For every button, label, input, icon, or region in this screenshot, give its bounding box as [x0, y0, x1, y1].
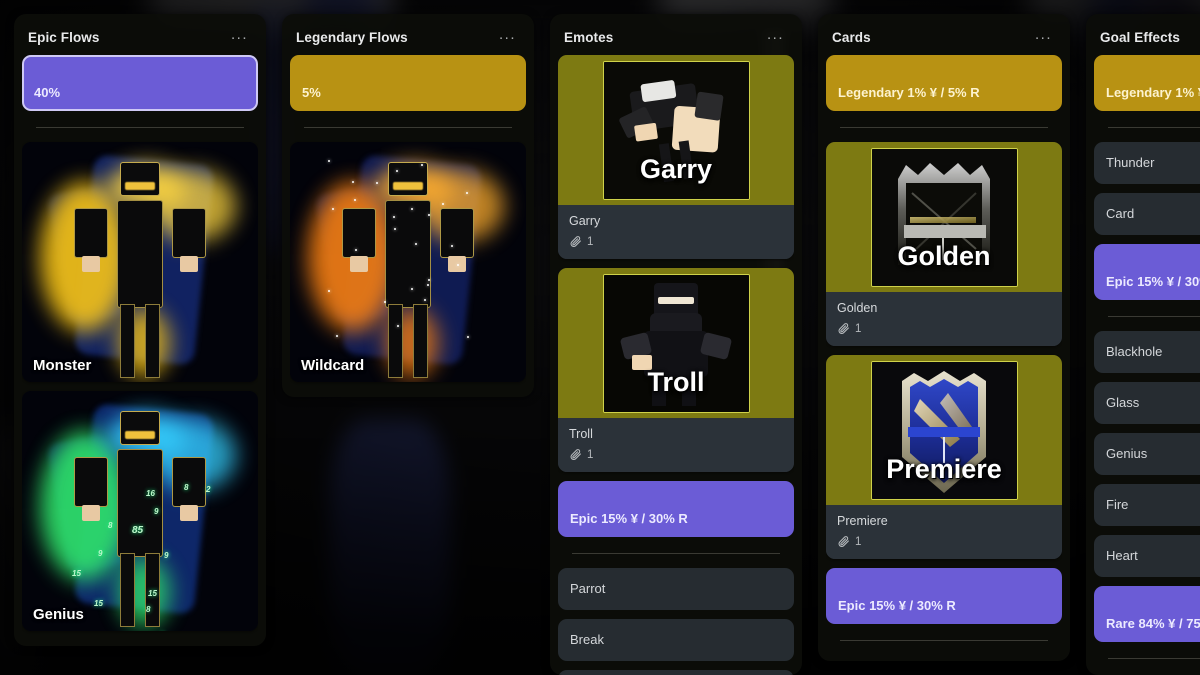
list-title: Emotes — [564, 29, 614, 45]
attachment-count: 1 — [855, 535, 862, 548]
label-card-rare-84-75-r[interactable]: Rare 84% ¥ / 75% R — [1094, 586, 1200, 642]
list-title: Cards — [832, 29, 871, 45]
card-divider — [304, 127, 512, 128]
list-item-blackhole[interactable]: Blackhole — [1094, 331, 1200, 373]
card-cover: Golden — [826, 142, 1062, 292]
list-cards: Legendary 1% ¥ / 5% R Golden Golden 1 Pr… — [826, 55, 1062, 661]
card-title: Premiere — [837, 514, 888, 528]
list-header: Epic Flows... — [22, 20, 258, 55]
card-thumbnail-premiere: Premiere — [870, 360, 1018, 500]
list-goal-effects: Goal Effects...Legendary 1% ¥ / 5% R Thun… — [1086, 14, 1200, 675]
card-divider — [840, 127, 1048, 128]
image-card-monster[interactable]: Monster — [22, 142, 258, 382]
list-item-gentleman[interactable]: Gentleman — [558, 670, 794, 675]
list-emotes: Emotes... Garry Garry 1 Troll Troll 1 Ep… — [550, 14, 802, 675]
card-divider — [1108, 658, 1200, 659]
card-divider — [36, 127, 244, 128]
card-caption: Monster — [33, 357, 92, 374]
list-item-fire[interactable]: Fire — [1094, 484, 1200, 526]
card-thumbnail-golden: Golden — [870, 147, 1018, 287]
image-card-garry[interactable]: Garry Garry 1 — [558, 55, 794, 259]
card-badges: 1 — [837, 535, 1051, 548]
card-details: Premiere 1 — [826, 505, 1062, 559]
list-title: Goal Effects — [1100, 29, 1180, 45]
label-card-40[interactable]: 40% — [22, 55, 258, 111]
avatar-art-monster — [22, 142, 258, 382]
list-cards: 40% Monster 16 9 8 2 8 85 9 9 15 15 15 8… — [22, 55, 258, 646]
card-artwork: 16 9 8 2 8 85 9 9 15 15 15 8 9 5 Genius — [22, 391, 258, 631]
image-card-wildcard[interactable]: Wildcard — [290, 142, 526, 382]
image-card-troll[interactable]: Troll Troll 1 — [558, 268, 794, 472]
label-card-epic-15-30-r[interactable]: Epic 15% ¥ / 30% R — [826, 568, 1062, 624]
avatar-art-genius: 16 9 8 2 8 85 9 9 15 15 15 8 9 5 — [22, 391, 258, 631]
list-item-card[interactable]: Card — [1094, 193, 1200, 235]
card-divider — [840, 640, 1048, 641]
paperclip-icon — [569, 448, 582, 461]
card-divider — [1108, 127, 1200, 128]
card-cover-overlay-text: Garry — [639, 153, 713, 184]
card-caption: Genius — [33, 606, 84, 623]
card-cover-overlay-text: Premiere — [886, 453, 1002, 484]
list-cards: 5% Wildcard — [290, 55, 526, 397]
card-title: Troll — [569, 427, 593, 441]
card-details: Golden 1 — [826, 292, 1062, 346]
paperclip-icon — [837, 535, 850, 548]
paperclip-icon — [837, 322, 850, 335]
attachment-count: 1 — [587, 448, 594, 461]
card-cover-overlay-text: Golden — [897, 240, 991, 271]
list-item-break[interactable]: Break — [558, 619, 794, 661]
list-title: Epic Flows — [28, 29, 100, 45]
list-title: Legendary Flows — [296, 29, 408, 45]
card-details: Troll 1 — [558, 418, 794, 472]
list-item-thunder[interactable]: Thunder — [1094, 142, 1200, 184]
list-cards: Garry Garry 1 Troll Troll 1 Epic 15% ¥ / 30% … — [558, 55, 794, 675]
card-caption: Wildcard — [301, 357, 365, 374]
list-header: Goal Effects... — [1094, 20, 1200, 55]
card-artwork: Monster — [22, 142, 258, 382]
label-card-legendary-1-5-r[interactable]: Legendary 1% ¥ / 5% R — [826, 55, 1062, 111]
card-badges: 1 — [569, 235, 783, 248]
image-card-premiere[interactable]: Premiere Premiere 1 — [826, 355, 1062, 559]
card-divider — [572, 553, 780, 554]
label-card-epic-15-30-r[interactable]: Epic 15% ¥ / 30% R — [1094, 244, 1200, 300]
list-cards: Cards... Legendary 1% ¥ / 5% R Golden Go… — [818, 14, 1070, 661]
paperclip-icon — [569, 235, 582, 248]
card-badges: 1 — [837, 322, 1051, 335]
list-menu-icon[interactable]: ... — [1031, 27, 1056, 45]
list-epic-flows: Epic Flows... 40% Monster 16 9 8 2 8 85 … — [14, 14, 266, 646]
image-card-golden[interactable]: Golden Golden 1 — [826, 142, 1062, 346]
list-item-heart[interactable]: Heart — [1094, 535, 1200, 577]
list-menu-icon[interactable]: ... — [495, 27, 520, 45]
board: Epic Flows... 40% Monster 16 9 8 2 8 85 … — [0, 0, 1200, 675]
list-menu-icon[interactable]: ... — [227, 27, 252, 45]
card-details: Garry 1 — [558, 205, 794, 259]
list-header: Emotes... — [558, 20, 794, 55]
list-legendary-flows: Legendary Flows... 5% Wildcard — [282, 14, 534, 397]
list-header: Cards... — [826, 20, 1062, 55]
card-cover-overlay-text: Troll — [647, 366, 705, 397]
list-header: Legendary Flows... — [290, 20, 526, 55]
attachment-count: 1 — [855, 322, 862, 335]
card-cover: Garry — [558, 55, 794, 205]
list-menu-icon[interactable]: ... — [763, 27, 788, 45]
card-cover: Premiere — [826, 355, 1062, 505]
card-title: Golden — [837, 301, 878, 315]
label-card-5[interactable]: 5% — [290, 55, 526, 111]
list-cards: Legendary 1% ¥ / 5% R Thunder Card Epic 15%… — [1094, 55, 1200, 675]
list-item-parrot[interactable]: Parrot — [558, 568, 794, 610]
list-item-glass[interactable]: Glass — [1094, 382, 1200, 424]
label-card-legendary-1-5-r[interactable]: Legendary 1% ¥ / 5% R — [1094, 55, 1200, 111]
list-item-genius[interactable]: Genius — [1094, 433, 1200, 475]
card-cover: Troll — [558, 268, 794, 418]
card-artwork: Wildcard — [290, 142, 526, 382]
card-badges: 1 — [569, 448, 783, 461]
image-card-genius[interactable]: 16 9 8 2 8 85 9 9 15 15 15 8 9 5 Genius — [22, 391, 258, 631]
label-card-epic-15-30-r[interactable]: Epic 15% ¥ / 30% R — [558, 481, 794, 537]
card-divider — [1108, 316, 1200, 317]
card-thumbnail-garry: Garry — [602, 60, 750, 200]
avatar-art-wildcard — [290, 142, 526, 382]
attachment-count: 1 — [587, 235, 594, 248]
card-title: Garry — [569, 214, 601, 228]
card-thumbnail-troll: Troll — [602, 273, 750, 413]
